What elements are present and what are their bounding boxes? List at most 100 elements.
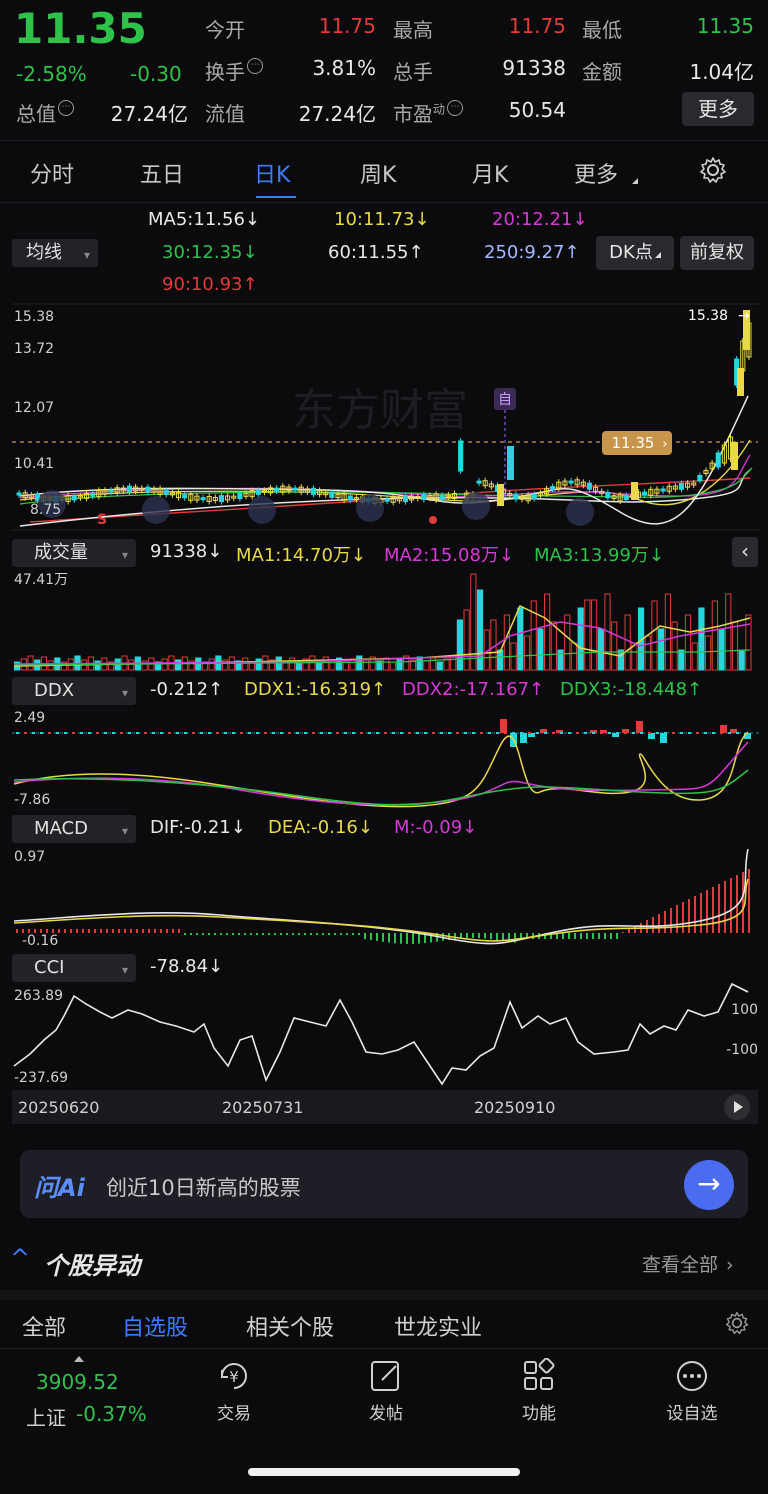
tab-all[interactable]: 全部 xyxy=(22,1310,66,1342)
pe-label: 市盈动 ⋯ xyxy=(393,98,464,127)
macd-bar xyxy=(748,869,750,933)
macd-bar xyxy=(196,933,198,935)
volume-chart[interactable]: 47.41万 xyxy=(0,566,768,676)
settings-gear-icon[interactable] xyxy=(698,155,728,189)
tab-monthly-k[interactable]: 月K xyxy=(472,157,508,189)
ddx-bar xyxy=(312,732,315,734)
macd-chart[interactable]: 0.97 -0.16 xyxy=(0,845,768,951)
chart-marker-icon[interactable] xyxy=(462,492,490,520)
volume-selector[interactable]: 成交量 xyxy=(12,539,136,569)
volume-bar xyxy=(356,655,363,671)
ddx-bar xyxy=(552,732,555,734)
candle xyxy=(439,494,445,500)
index-pct: -0.37% xyxy=(76,1402,147,1426)
macd-bar xyxy=(340,933,342,935)
ddx-bar xyxy=(656,732,659,734)
ma30-value: 30:12.35↓ xyxy=(162,242,258,263)
volume-bar xyxy=(242,657,249,671)
chart-marker-icon[interactable] xyxy=(566,498,594,526)
macd-selector[interactable]: MACD xyxy=(12,815,136,845)
tab-company[interactable]: 世龙实业 xyxy=(394,1310,482,1342)
chevron-right-icon: › xyxy=(726,1254,734,1276)
volume-ma3: MA3:13.99万↓ xyxy=(534,545,664,566)
date-label: 20250620 xyxy=(18,1098,100,1117)
y-axis-label: 13.72 xyxy=(14,341,54,357)
nav-post-label: 发帖 xyxy=(369,1404,403,1424)
mktcap-label-text: 总值 xyxy=(16,102,56,126)
macd-bar xyxy=(676,905,678,933)
macd-bar xyxy=(382,933,384,942)
candle xyxy=(292,487,298,491)
candle xyxy=(660,488,666,492)
arrow-right-icon[interactable]: → xyxy=(684,1160,734,1210)
adjust-button[interactable]: 前复权 xyxy=(680,236,754,270)
macd-bar xyxy=(280,933,282,935)
tab-related-stocks[interactable]: 相关个股 xyxy=(246,1310,334,1342)
date-axis xyxy=(12,1090,758,1124)
view-all-link[interactable]: 查看全部 › xyxy=(642,1250,734,1277)
ddx-bar xyxy=(336,732,339,734)
index-value[interactable]: 3909.52 xyxy=(36,1370,119,1394)
cci-chart[interactable]: 263.89 -237.69 100 -100 xyxy=(0,982,768,1090)
macd-dea: DEA:-0.16↓ xyxy=(268,817,373,838)
kline-chart[interactable]: 东方财富 S 自 11.35 › 15.38 → 15.38 13.72 12.… xyxy=(0,300,768,536)
tab-more[interactable]: 更多 xyxy=(574,157,618,189)
ddx-selector[interactable]: DDX xyxy=(12,677,136,707)
tab-watchlist[interactable]: 自选股 xyxy=(122,1310,188,1342)
volume-bar xyxy=(523,635,531,671)
tab-intraday[interactable]: 分时 xyxy=(30,157,74,189)
macd-bar xyxy=(562,933,564,939)
ddx-bar xyxy=(496,732,499,734)
tab-weekly-k[interactable]: 周K xyxy=(360,157,396,189)
info-icon[interactable]: ⋯ xyxy=(447,100,464,116)
macd-bar xyxy=(310,933,312,935)
dk-point-button[interactable]: DK点 xyxy=(596,236,674,270)
macd-bar xyxy=(160,929,162,933)
chart-marker-icon[interactable] xyxy=(248,496,276,524)
ddx-bar xyxy=(576,732,579,734)
ma-selector[interactable]: 均线 xyxy=(12,239,98,269)
macd-bar xyxy=(688,899,690,933)
tab-five-day[interactable]: 五日 xyxy=(140,157,184,189)
ddx-chart[interactable]: 2.49 -7.86 xyxy=(0,706,768,814)
macd-bar xyxy=(634,926,636,933)
ddx-bar xyxy=(136,732,139,734)
ddx-bar xyxy=(464,732,467,734)
macd-bar xyxy=(628,929,630,933)
macd-bar xyxy=(136,929,138,933)
volume-bar xyxy=(624,614,631,671)
macd-bar xyxy=(220,933,222,935)
chart-marker-icon[interactable] xyxy=(356,494,384,522)
volume-bar xyxy=(208,658,215,671)
ddx-bar xyxy=(352,732,355,734)
cci-selector[interactable]: CCI xyxy=(12,954,136,984)
play-icon[interactable] xyxy=(724,1094,750,1120)
cci-axis-top: 263.89 xyxy=(14,988,63,1004)
chart-marker-icon[interactable] xyxy=(142,496,170,524)
current-price-tag-text: 11.35 xyxy=(612,434,655,452)
info-icon[interactable]: ⋯ xyxy=(58,100,74,116)
ddx-bar xyxy=(200,732,203,734)
tab-daily-k[interactable]: 日K xyxy=(254,157,290,189)
info-icon[interactable]: ⋯ xyxy=(247,58,263,74)
ddx-bar xyxy=(408,732,411,734)
settings-gear-icon[interactable] xyxy=(724,1310,750,1340)
nav-trade[interactable]: ¥ 交易 xyxy=(198,1358,270,1424)
nav-functions[interactable]: 功能 xyxy=(503,1357,575,1424)
chevron-up-icon[interactable]: ^ xyxy=(10,1244,30,1272)
ma90-value: 90:10.93↑ xyxy=(162,274,258,295)
volume-bar xyxy=(503,614,510,671)
nav-post[interactable]: 发帖 xyxy=(350,1358,422,1424)
candle xyxy=(126,485,133,493)
collapse-chevron-icon[interactable]: ‹ xyxy=(732,537,758,567)
volume-bar xyxy=(517,607,524,671)
ddx-bar xyxy=(112,732,115,734)
dk-point-label: DK点 xyxy=(609,242,653,263)
low-value: 11.35 xyxy=(696,14,754,38)
more-button[interactable]: 更多 xyxy=(682,92,754,126)
nav-add-watchlist[interactable]: 设自选 xyxy=(654,1358,730,1424)
ddx-bar xyxy=(424,732,427,734)
ddx-bar xyxy=(720,732,723,734)
macd-bar xyxy=(268,933,270,935)
ddx-bar xyxy=(24,732,27,734)
